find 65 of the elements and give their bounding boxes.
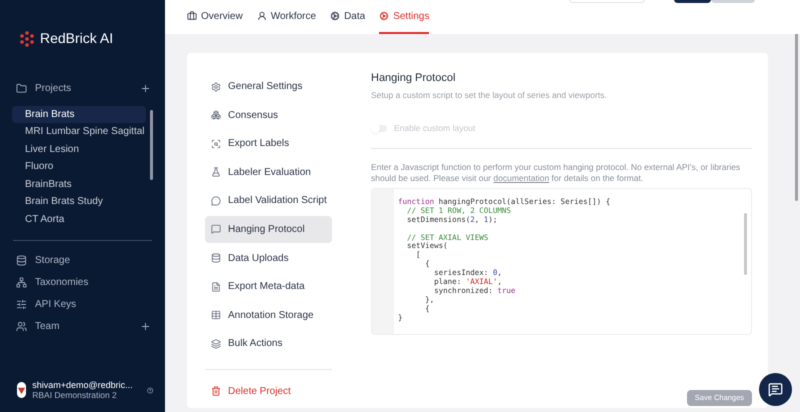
tab-icon xyxy=(379,11,390,21)
nav-item[interactable]: Storage xyxy=(16,253,70,268)
nav-icon xyxy=(16,277,27,288)
settings-menu-item[interactable]: Export Meta-data xyxy=(205,273,332,300)
menu-icon xyxy=(211,224,221,234)
settings-menu-item[interactable]: General Settings xyxy=(205,73,332,100)
project-item[interactable]: Fluoro xyxy=(12,158,146,175)
menu-icon xyxy=(211,82,221,92)
nav-item[interactable]: Team xyxy=(16,319,60,334)
avatar[interactable] xyxy=(17,382,26,398)
chat-icon xyxy=(768,382,783,397)
page-scrollbar[interactable] xyxy=(795,31,798,201)
editor-scrollbar[interactable] xyxy=(744,213,747,275)
menu-icon xyxy=(211,338,221,349)
menu-icon xyxy=(211,282,221,292)
project-item[interactable]: Liver Lesion xyxy=(12,141,146,158)
tab[interactable]: Settings xyxy=(379,0,430,34)
menu-icon xyxy=(211,386,221,396)
menu-icon xyxy=(211,167,221,178)
menu-icon xyxy=(211,110,221,120)
menu-icon xyxy=(211,138,221,149)
toggle-label: Enable custom layout xyxy=(394,122,476,135)
help-icon[interactable] xyxy=(146,384,153,396)
nav-icon xyxy=(16,299,27,310)
nav-label: Projects xyxy=(35,82,72,96)
folder-icon xyxy=(16,83,27,94)
project-item[interactable]: MRI Lumbar Spine Sagittal xyxy=(12,124,146,140)
settings-menu-item[interactable]: Export Labels xyxy=(205,130,332,158)
tab-icon xyxy=(330,11,340,21)
menu-icon xyxy=(211,253,221,264)
panel-subtitle: Setup a custom script to set the layout of series and viewports. xyxy=(371,88,608,102)
project-item[interactable]: CT Aorta xyxy=(12,211,146,228)
add-icon[interactable] xyxy=(140,83,151,94)
project-item[interactable]: BrainBrats xyxy=(12,176,146,192)
panel-title: Hanging Protocol xyxy=(371,71,456,86)
tab[interactable]: Workforce xyxy=(256,0,316,34)
nav-item[interactable]: API Keys xyxy=(16,297,76,312)
settings-menu-item[interactable]: Consensus xyxy=(205,102,332,129)
tab-icon xyxy=(187,11,197,21)
add-icon[interactable] xyxy=(140,321,151,332)
project-item[interactable]: Brain Brats Study xyxy=(12,194,146,210)
nav-item[interactable]: Taxonomies xyxy=(16,275,88,290)
description: Enter a Javascript function to perform your custom hanging protocol. No external API's, or libraries should be used. Please visit our documentation for details on the format. xyxy=(371,162,742,184)
chat-button[interactable] xyxy=(759,373,792,406)
settings-menu-item[interactable]: Labeler Evaluation xyxy=(205,158,332,186)
settings-menu-item[interactable]: Label Validation Script xyxy=(205,187,332,214)
settings-menu-item[interactable]: Delete Project xyxy=(205,378,332,405)
tab[interactable]: Overview xyxy=(187,0,243,34)
settings-menu-item[interactable]: Bulk Actions xyxy=(205,330,332,358)
settings-menu-item[interactable]: Data Uploads xyxy=(205,244,332,272)
settings-menu-item[interactable]: Hanging Protocol xyxy=(205,216,332,243)
settings-menu-item[interactable]: Annotation Storage xyxy=(205,302,332,329)
menu-icon xyxy=(211,196,221,206)
scrollbar[interactable] xyxy=(150,110,153,180)
nav-icon xyxy=(16,255,27,266)
logo-icon xyxy=(17,386,26,394)
org-name: RBAI Demonstration 2 xyxy=(32,390,118,400)
logo-icon xyxy=(19,30,35,46)
project-item[interactable]: Brain Brats xyxy=(12,106,146,122)
nav-icon xyxy=(16,321,27,332)
tab[interactable]: Data xyxy=(330,0,366,34)
logo-text: RedBrick AI xyxy=(40,29,114,48)
menu-icon xyxy=(211,310,221,320)
tab-icon xyxy=(256,11,267,21)
user-email: shivam+demo@redbric... xyxy=(32,380,133,390)
